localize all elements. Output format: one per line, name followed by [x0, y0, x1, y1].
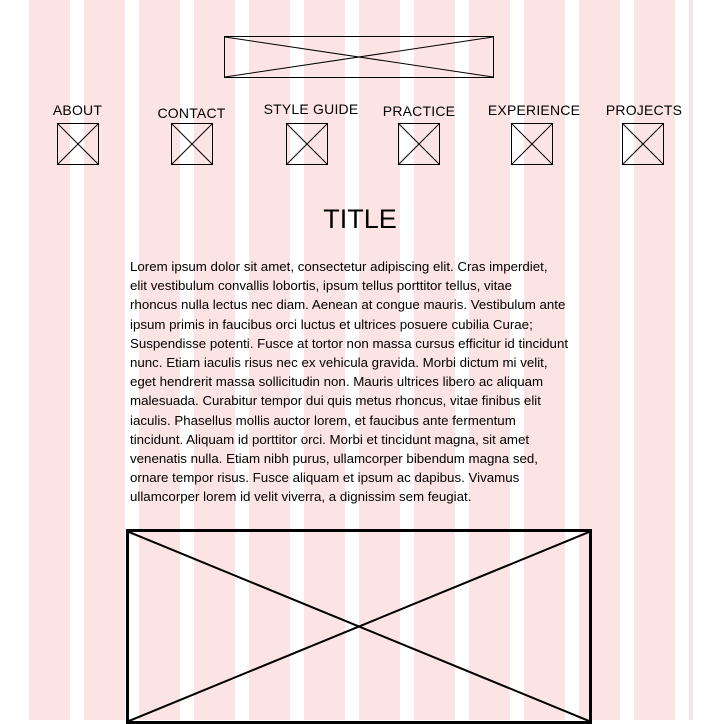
grid-column — [689, 0, 693, 720]
nav-icon-practice-placeholder[interactable] — [398, 123, 440, 165]
nav-item-contact[interactable]: CONTACT — [146, 105, 237, 121]
placeholder-cross-icon — [129, 532, 589, 721]
hero-image-placeholder[interactable] — [126, 529, 592, 724]
logo-placeholder[interactable] — [224, 36, 494, 78]
placeholder-cross-icon — [623, 124, 663, 164]
placeholder-cross-icon — [58, 124, 98, 164]
nav-icon-contact-placeholder[interactable] — [171, 123, 213, 165]
nav-icon-style-guide-placeholder[interactable] — [286, 123, 328, 165]
nav-item-about[interactable]: ABOUT — [37, 102, 118, 118]
nav-item-style-guide[interactable]: STYLE GUIDE — [256, 101, 366, 117]
nav-icon-about-placeholder[interactable] — [57, 123, 99, 165]
page-title: TITLE — [323, 204, 397, 234]
nav-icon-projects-placeholder[interactable] — [622, 123, 664, 165]
placeholder-cross-icon — [512, 124, 552, 164]
nav-item-practice[interactable]: PRACTICE — [374, 103, 464, 119]
nav-item-experience[interactable]: EXPERIENCE — [484, 102, 584, 118]
nav-item-projects[interactable]: PROJECTS — [599, 102, 689, 118]
nav-icon-experience-placeholder[interactable] — [511, 123, 553, 165]
body-paragraph: Lorem ipsum dolor sit amet, consectetur … — [130, 259, 569, 505]
placeholder-cross-icon — [172, 124, 212, 164]
placeholder-cross-icon — [399, 124, 439, 164]
placeholder-cross-icon — [225, 37, 493, 77]
placeholder-cross-icon — [287, 124, 327, 164]
